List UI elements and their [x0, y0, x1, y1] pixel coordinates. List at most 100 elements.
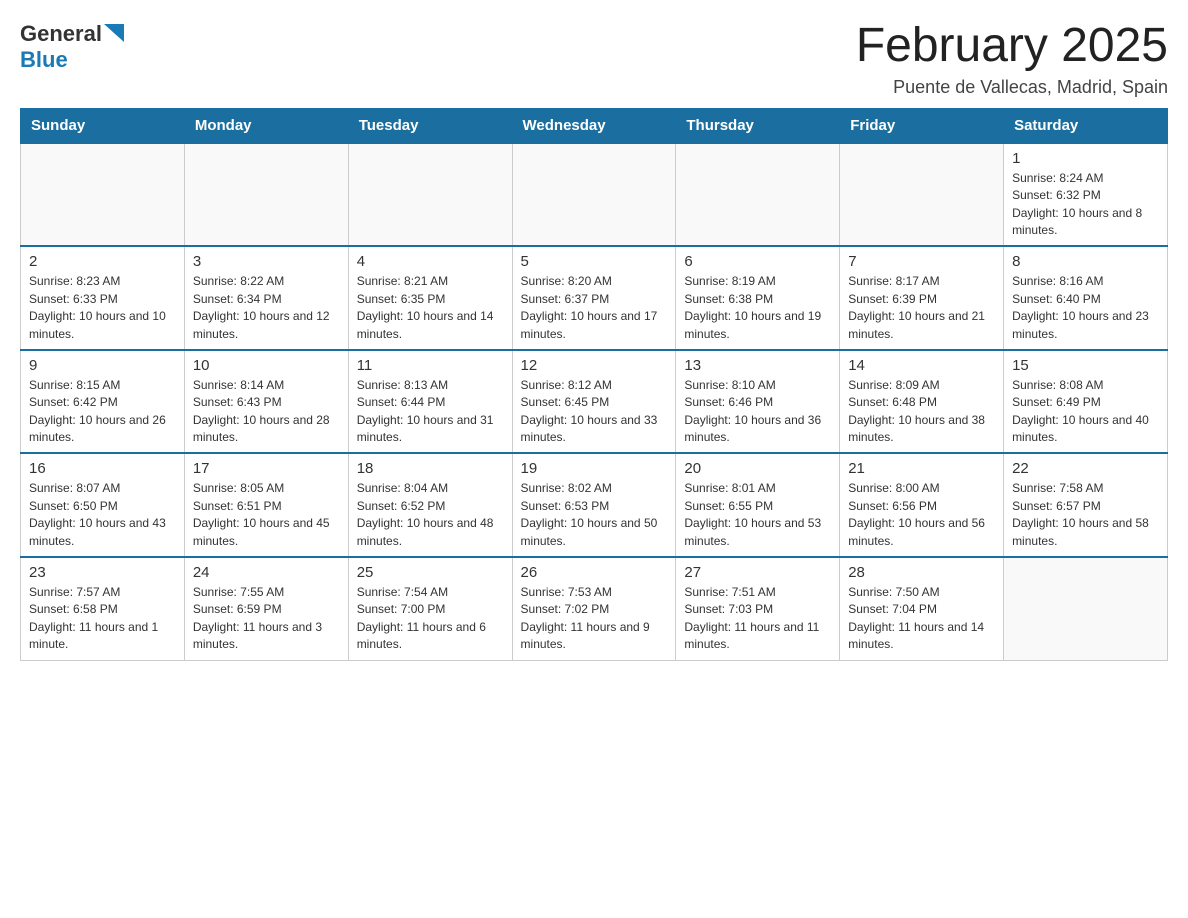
- day-number: 25: [357, 564, 504, 581]
- calendar-week-row: 16 Sunrise: 8:07 AMSunset: 6:50 PMDayligh…: [21, 453, 1168, 557]
- logo: General Blue: [20, 20, 124, 73]
- day-number: 19: [521, 460, 668, 477]
- calendar-cell: 28 Sunrise: 7:50 AMSunset: 7:04 PMDayligh…: [840, 557, 1004, 660]
- day-info: Sunrise: 8:04 AMSunset: 6:52 PMDaylight:…: [357, 481, 494, 547]
- day-info: Sunrise: 7:55 AMSunset: 6:59 PMDaylight:…: [193, 585, 322, 651]
- calendar-header: SundayMondayTuesdayWednesdayThursdayFrid…: [21, 108, 1168, 143]
- calendar-cell: 2 Sunrise: 8:23 AMSunset: 6:33 PMDaylight…: [21, 246, 185, 350]
- calendar-cell: 18Sunrise: 8:04 AMSunset: 6:52 PMDayligh…: [348, 453, 512, 557]
- calendar-cell: 9Sunrise: 8:15 AMSunset: 6:42 PMDaylight…: [21, 350, 185, 454]
- day-info: Sunrise: 8:13 AMSunset: 6:44 PMDaylight:…: [357, 378, 494, 444]
- day-info: Sunrise: 8:10 AMSunset: 6:46 PMDaylight:…: [684, 378, 821, 444]
- day-number: 10: [193, 357, 340, 374]
- day-info: Sunrise: 8:08 AMSunset: 6:49 PMDaylight:…: [1012, 378, 1149, 444]
- calendar-cell: 26 Sunrise: 7:53 AMSunset: 7:02 PMDayligh…: [512, 557, 676, 660]
- day-number: 15: [1012, 357, 1159, 374]
- calendar-cell: 25 Sunrise: 7:54 AMSunset: 7:00 PMDayligh…: [348, 557, 512, 660]
- day-of-week-header: Thursday: [676, 108, 840, 143]
- calendar-week-row: 1 Sunrise: 8:24 AMSunset: 6:32 PMDaylight…: [21, 143, 1168, 247]
- calendar-cell: 1 Sunrise: 8:24 AMSunset: 6:32 PMDaylight…: [1004, 143, 1168, 247]
- day-number: 21: [848, 460, 995, 477]
- day-info: Sunrise: 8:01 AMSunset: 6:55 PMDaylight:…: [684, 481, 821, 547]
- day-of-week-header: Saturday: [1004, 108, 1168, 143]
- day-number: 3: [193, 253, 340, 270]
- calendar-cell: 7Sunrise: 8:17 AMSunset: 6:39 PMDaylight…: [840, 246, 1004, 350]
- calendar-cell: 17 Sunrise: 8:05 AMSunset: 6:51 PMDayligh…: [184, 453, 348, 557]
- day-info: Sunrise: 8:23 AMSunset: 6:33 PMDaylight:…: [29, 274, 166, 340]
- day-number: 20: [684, 460, 831, 477]
- day-info: Sunrise: 8:24 AMSunset: 6:32 PMDaylight:…: [1012, 171, 1142, 237]
- calendar-cell: 16 Sunrise: 8:07 AMSunset: 6:50 PMDayligh…: [21, 453, 185, 557]
- day-info: Sunrise: 8:21 AMSunset: 6:35 PMDaylight:…: [357, 274, 494, 340]
- day-number: 12: [521, 357, 668, 374]
- calendar-cell: 11Sunrise: 8:13 AMSunset: 6:44 PMDayligh…: [348, 350, 512, 454]
- calendar-cell: 6Sunrise: 8:19 AMSunset: 6:38 PMDaylight…: [676, 246, 840, 350]
- day-number: 26: [521, 564, 668, 581]
- calendar-table: SundayMondayTuesdayWednesdayThursdayFrid…: [20, 108, 1168, 661]
- day-number: 4: [357, 253, 504, 270]
- calendar-cell: [348, 143, 512, 247]
- calendar-cell: 14 Sunrise: 8:09 AMSunset: 6:48 PMDayligh…: [840, 350, 1004, 454]
- day-number: 28: [848, 564, 995, 581]
- day-number: 23: [29, 564, 176, 581]
- day-number: 17: [193, 460, 340, 477]
- day-info: Sunrise: 8:07 AMSunset: 6:50 PMDaylight:…: [29, 481, 166, 547]
- day-number: 13: [684, 357, 831, 374]
- day-number: 14: [848, 357, 995, 374]
- day-info: Sunrise: 8:02 AMSunset: 6:53 PMDaylight:…: [521, 481, 658, 547]
- day-info: Sunrise: 8:12 AMSunset: 6:45 PMDaylight:…: [521, 378, 658, 444]
- calendar-cell: 15 Sunrise: 8:08 AMSunset: 6:49 PMDayligh…: [1004, 350, 1168, 454]
- calendar-cell: [840, 143, 1004, 247]
- day-of-week-header: Wednesday: [512, 108, 676, 143]
- calendar-cell: [1004, 557, 1168, 660]
- logo-general-text: General: [20, 21, 102, 47]
- day-number: 5: [521, 253, 668, 270]
- calendar-cell: [184, 143, 348, 247]
- logo-arrow-icon: [104, 24, 124, 42]
- day-info: Sunrise: 7:54 AMSunset: 7:00 PMDaylight:…: [357, 585, 486, 651]
- calendar-cell: 24 Sunrise: 7:55 AMSunset: 6:59 PMDayligh…: [184, 557, 348, 660]
- day-info: Sunrise: 8:16 AMSunset: 6:40 PMDaylight:…: [1012, 274, 1149, 340]
- calendar-week-row: 23 Sunrise: 7:57 AMSunset: 6:58 PMDayligh…: [21, 557, 1168, 660]
- calendar-cell: 3Sunrise: 8:22 AMSunset: 6:34 PMDaylight…: [184, 246, 348, 350]
- calendar-cell: 23 Sunrise: 7:57 AMSunset: 6:58 PMDayligh…: [21, 557, 185, 660]
- calendar-cell: 20 Sunrise: 8:01 AMSunset: 6:55 PMDayligh…: [676, 453, 840, 557]
- calendar-cell: 12 Sunrise: 8:12 AMSunset: 6:45 PMDayligh…: [512, 350, 676, 454]
- day-info: Sunrise: 7:53 AMSunset: 7:02 PMDaylight:…: [521, 585, 650, 651]
- calendar-week-row: 9Sunrise: 8:15 AMSunset: 6:42 PMDaylight…: [21, 350, 1168, 454]
- day-info: Sunrise: 7:50 AMSunset: 7:04 PMDaylight:…: [848, 585, 984, 651]
- logo-blue-text: Blue: [20, 47, 68, 72]
- location-text: Puente de Vallecas, Madrid, Spain: [856, 77, 1168, 98]
- day-number: 6: [684, 253, 831, 270]
- day-of-week-header: Monday: [184, 108, 348, 143]
- day-number: 8: [1012, 253, 1159, 270]
- calendar-cell: 19 Sunrise: 8:02 AMSunset: 6:53 PMDayligh…: [512, 453, 676, 557]
- calendar-cell: 21Sunrise: 8:00 AMSunset: 6:56 PMDayligh…: [840, 453, 1004, 557]
- day-number: 22: [1012, 460, 1159, 477]
- day-info: Sunrise: 8:05 AMSunset: 6:51 PMDaylight:…: [193, 481, 330, 547]
- calendar-cell: 8 Sunrise: 8:16 AMSunset: 6:40 PMDaylight…: [1004, 246, 1168, 350]
- calendar-cell: 13 Sunrise: 8:10 AMSunset: 6:46 PMDayligh…: [676, 350, 840, 454]
- day-of-week-header: Tuesday: [348, 108, 512, 143]
- day-number: 27: [684, 564, 831, 581]
- page-header: General Blue February 2025 Puente de Val…: [20, 20, 1168, 98]
- day-info: Sunrise: 8:20 AMSunset: 6:37 PMDaylight:…: [521, 274, 658, 340]
- day-info: Sunrise: 8:15 AMSunset: 6:42 PMDaylight:…: [29, 378, 166, 444]
- calendar-cell: 10 Sunrise: 8:14 AMSunset: 6:43 PMDayligh…: [184, 350, 348, 454]
- calendar-cell: [676, 143, 840, 247]
- day-info: Sunrise: 8:09 AMSunset: 6:48 PMDaylight:…: [848, 378, 985, 444]
- day-number: 16: [29, 460, 176, 477]
- title-block: February 2025 Puente de Vallecas, Madrid…: [856, 20, 1168, 98]
- day-info: Sunrise: 7:51 AMSunset: 7:03 PMDaylight:…: [684, 585, 819, 651]
- day-number: 1: [1012, 150, 1159, 167]
- calendar-week-row: 2 Sunrise: 8:23 AMSunset: 6:33 PMDaylight…: [21, 246, 1168, 350]
- day-info: Sunrise: 7:57 AMSunset: 6:58 PMDaylight:…: [29, 585, 158, 651]
- calendar-cell: [21, 143, 185, 247]
- day-number: 24: [193, 564, 340, 581]
- day-info: Sunrise: 8:14 AMSunset: 6:43 PMDaylight:…: [193, 378, 330, 444]
- calendar-cell: 22Sunrise: 7:58 AMSunset: 6:57 PMDayligh…: [1004, 453, 1168, 557]
- day-number: 2: [29, 253, 176, 270]
- day-number: 7: [848, 253, 995, 270]
- calendar-cell: 27 Sunrise: 7:51 AMSunset: 7:03 PMDayligh…: [676, 557, 840, 660]
- calendar-cell: [512, 143, 676, 247]
